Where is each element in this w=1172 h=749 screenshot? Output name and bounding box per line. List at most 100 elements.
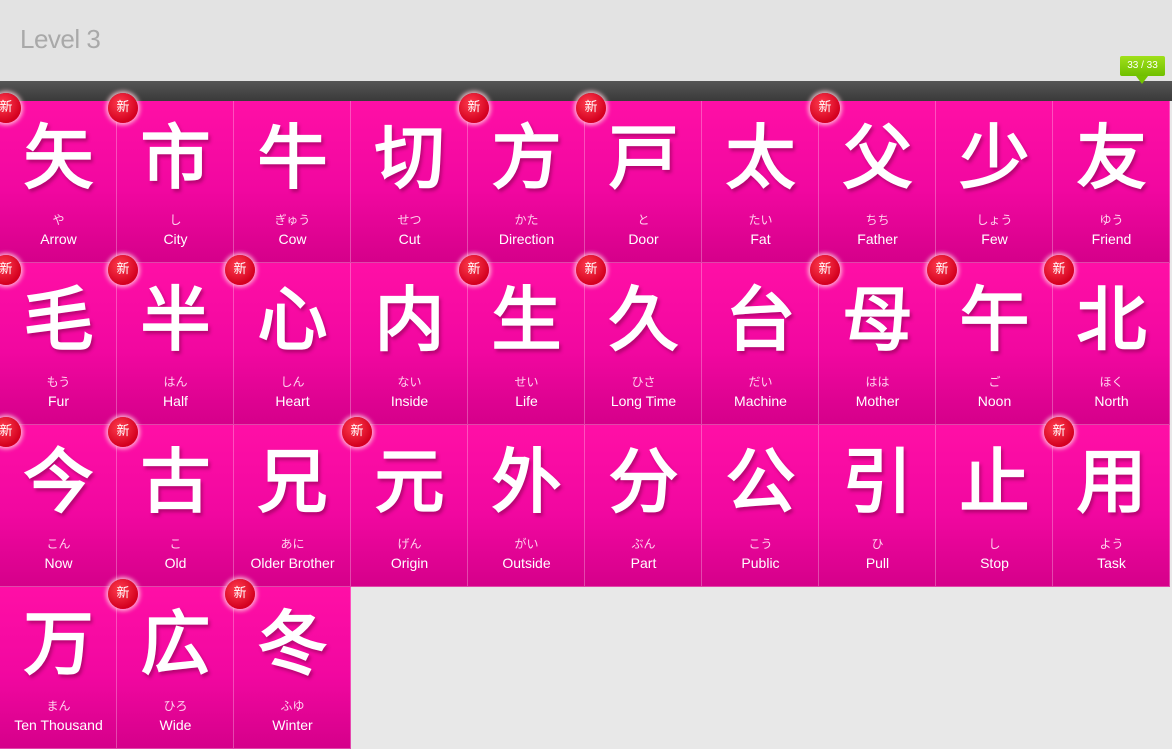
page-title: Level 3: [20, 24, 101, 54]
level-header: Level 3: [0, 0, 1172, 81]
kanji-meaning: Stop: [980, 555, 1009, 571]
kanji-card[interactable]: 父ちち Father 新: [810, 93, 936, 263]
new-badge: 新: [342, 417, 372, 447]
kanji-card[interactable]: 太たい Fat: [702, 101, 819, 263]
kanji-card[interactable]: 止し Stop: [936, 425, 1053, 587]
kanji-meaning: Task: [1097, 555, 1126, 571]
kanji-reading: だい: [748, 375, 773, 389]
kanji-card[interactable]: 用よう Task 新: [1044, 417, 1170, 587]
kanji-reading: ひさ: [631, 375, 656, 389]
kanji-meaning: Half: [163, 393, 188, 409]
kanji-card[interactable]: 少しょう Few: [936, 101, 1053, 263]
kanji-reading: ぎゅう: [274, 213, 311, 227]
kanji-character: 矢: [23, 117, 94, 199]
new-badge: 新: [1044, 255, 1074, 285]
kanji-meaning: City: [163, 231, 188, 247]
kanji-meaning: Direction: [498, 231, 555, 247]
new-badge: 新: [459, 93, 489, 123]
kanji-reading: げん: [397, 537, 422, 551]
kanji-card[interactable]: 方かた Direction 新: [459, 93, 585, 263]
kanji-meaning: North: [1094, 393, 1129, 409]
kanji-card[interactable]: 母はは Mother 新: [810, 255, 936, 425]
kanji-character: 生: [491, 279, 562, 361]
kanji-character: 止: [959, 441, 1030, 523]
kanji-meaning: Cut: [398, 231, 421, 247]
kanji-character: 兄: [257, 441, 328, 523]
kanji-card[interactable]: 牛ぎゅう Cow: [234, 101, 351, 263]
kanji-meaning: Father: [857, 231, 898, 247]
kanji-card[interactable]: 内ない Inside: [351, 263, 468, 425]
kanji-character: 切: [374, 117, 445, 199]
kanji-card[interactable]: 毛もう Fur 新: [0, 255, 117, 425]
kanji-reading: まん: [46, 699, 71, 713]
kanji-meaning: Inside: [390, 393, 429, 409]
new-badge: 新: [108, 417, 138, 447]
kanji-card[interactable]: 台だい Machine: [702, 263, 819, 425]
kanji-card[interactable]: 今こん Now 新: [0, 417, 117, 587]
kanji-character: 方: [491, 117, 562, 199]
kanji-card[interactable]: 友ゆう Friend: [1053, 101, 1170, 263]
kanji-character: 内: [374, 279, 445, 361]
kanji-character: 台: [725, 279, 796, 361]
kanji-meaning: Part: [630, 555, 657, 571]
new-badge: 新: [576, 93, 606, 123]
kanji-reading: せつ: [397, 213, 422, 227]
kanji-card[interactable]: 兄あに Older Brother: [234, 425, 351, 587]
kanji-card[interactable]: 古こ Old 新: [108, 417, 234, 587]
kanji-meaning: Wide: [159, 717, 192, 733]
kanji-character: 用: [1076, 441, 1147, 523]
kanji-reading: し: [169, 213, 182, 227]
new-badge: 新: [225, 255, 255, 285]
kanji-meaning: Cow: [278, 231, 307, 247]
kanji-character: 引: [842, 441, 913, 523]
kanji-card[interactable]: 午ご Noon 新: [927, 255, 1053, 425]
kanji-character: 公: [725, 441, 796, 523]
kanji-card[interactable]: 引ひ Pull: [819, 425, 936, 587]
kanji-reading: あに: [280, 537, 305, 551]
kanji-card[interactable]: 矢や Arrow 新: [0, 93, 117, 263]
kanji-card[interactable]: 戸と Door 新: [576, 93, 702, 263]
new-badge: 新: [459, 255, 489, 285]
kanji-meaning: Friend: [1091, 231, 1132, 247]
kanji-character: 父: [842, 117, 913, 199]
kanji-card[interactable]: 公こう Public: [702, 425, 819, 587]
kanji-card[interactable]: 広ひろ Wide 新: [108, 579, 234, 749]
new-badge: 新: [810, 255, 840, 285]
kanji-character: 心: [257, 279, 328, 361]
kanji-card[interactable]: 元げん Origin 新: [342, 417, 468, 587]
kanji-reading: がい: [514, 537, 539, 551]
kanji-meaning: Heart: [275, 393, 310, 409]
kanji-character: 広: [140, 603, 211, 685]
kanji-card[interactable]: 久ひさ Long Time 新: [576, 255, 702, 425]
kanji-card[interactable]: 万まん Ten Thousand: [0, 587, 117, 749]
kanji-card[interactable]: 切せつ Cut: [351, 101, 468, 263]
kanji-character: 戸: [608, 117, 679, 199]
progress-badge: 33 / 33: [1120, 56, 1165, 84]
kanji-reading: しん: [280, 375, 305, 389]
kanji-meaning: Outside: [502, 555, 551, 571]
kanji-card[interactable]: 市し City 新: [108, 93, 234, 263]
kanji-character: 母: [842, 279, 913, 361]
kanji-card[interactable]: 外がい Outside: [468, 425, 585, 587]
kanji-meaning: Origin: [390, 555, 429, 571]
kanji-character: 市: [140, 117, 211, 199]
kanji-card[interactable]: 冬ふゆ Winter 新: [225, 579, 351, 749]
kanji-reading: こん: [46, 537, 71, 551]
kanji-card[interactable]: 半はん Half 新: [108, 255, 234, 425]
kanji-meaning: Door: [628, 231, 659, 247]
kanji-character: 今: [23, 441, 94, 523]
kanji-reading: もう: [46, 375, 71, 389]
kanji-meaning: Now: [44, 555, 73, 571]
kanji-meaning: Few: [981, 231, 1008, 247]
kanji-character: 分: [608, 441, 679, 523]
kanji-meaning: Machine: [734, 393, 787, 409]
kanji-card[interactable]: 生せい Life 新: [459, 255, 585, 425]
kanji-card[interactable]: 北ほく North 新: [1044, 255, 1170, 425]
kanji-card[interactable]: 心しん Heart 新: [225, 255, 351, 425]
kanji-character: 北: [1076, 279, 1147, 361]
kanji-card[interactable]: 分ぶん Part: [585, 425, 702, 587]
kanji-reading: こ: [169, 537, 182, 551]
kanji-reading: ほく: [1099, 375, 1124, 389]
kanji-meaning: Fur: [48, 393, 69, 409]
kanji-meaning: Pull: [865, 555, 890, 571]
